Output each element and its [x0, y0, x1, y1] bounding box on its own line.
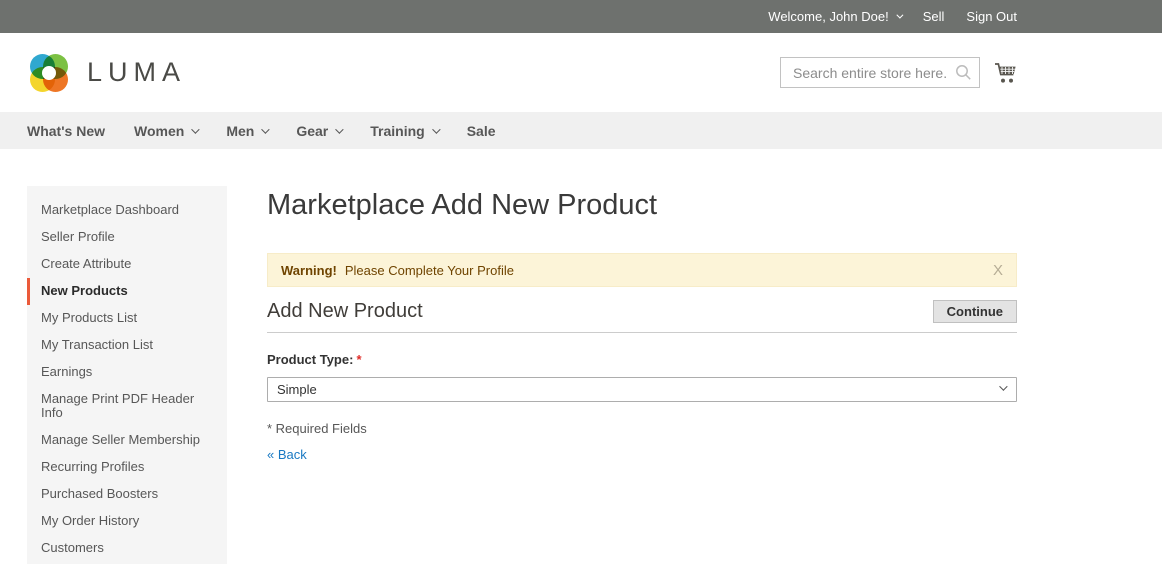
- welcome-label: Welcome, John Doe!: [768, 9, 889, 24]
- required-asterisk: *: [356, 352, 362, 367]
- main-nav: What's New Women Men Gear Training Sale: [0, 112, 1162, 149]
- required-fields-note: * Required Fields: [267, 421, 367, 436]
- sidebar-item-recurring-profiles[interactable]: Recurring Profiles: [27, 454, 227, 481]
- luma-logo-icon: [30, 53, 68, 92]
- chevron-down-icon: [261, 124, 270, 134]
- chevron-down-icon: [431, 124, 441, 134]
- sidebar-item-marketplace-dashboard[interactable]: Marketplace Dashboard: [27, 197, 227, 224]
- sidebar-item-new-products[interactable]: New Products: [27, 278, 227, 305]
- nav-item-sale[interactable]: Sale: [467, 123, 496, 139]
- account-sidebar: Marketplace Dashboard Seller Profile Cre…: [27, 186, 227, 564]
- logo-text: LUMA: [87, 57, 187, 87]
- sidebar-item-seller-profile[interactable]: Seller Profile: [27, 224, 227, 251]
- continue-button[interactable]: Continue: [932, 300, 1017, 323]
- sidebar-item-customers[interactable]: Customers: [27, 535, 227, 562]
- cart-icon[interactable]: [994, 62, 1017, 84]
- nav-item-women[interactable]: Women: [134, 123, 200, 139]
- product-type-label: Product Type: *: [267, 352, 362, 367]
- sign-out-link[interactable]: Sign Out: [966, 9, 1017, 24]
- warning-label: Warning!: [281, 262, 337, 278]
- chevron-down-icon: [335, 124, 344, 134]
- section-header: Add New Product Continue: [267, 300, 1017, 333]
- sidebar-item-create-attribute[interactable]: Create Attribute: [27, 251, 227, 278]
- search-input[interactable]: [780, 57, 980, 88]
- product-type-field: Product Type: * Simple: [267, 351, 1017, 402]
- sidebar-item-manage-seller-membership[interactable]: Manage Seller Membership: [27, 427, 227, 454]
- sidebar-item-my-transaction-list[interactable]: My Transaction List: [27, 332, 227, 359]
- welcome-menu[interactable]: Welcome, John Doe!: [768, 9, 904, 24]
- store-logo[interactable]: LUMA: [27, 51, 186, 95]
- close-icon[interactable]: X: [993, 262, 1003, 279]
- section-title: Add New Product: [267, 300, 423, 322]
- warning-banner: Warning! Please Complete Your Profile X: [267, 253, 1017, 287]
- nav-item-what-s-new[interactable]: What's New: [27, 123, 105, 139]
- sidebar-item-manage-print-pdf-header-info[interactable]: Manage Print PDF Header Info: [27, 386, 227, 427]
- nav-item-training[interactable]: Training: [370, 123, 441, 139]
- page-content: Marketplace Dashboard Seller Profile Cre…: [0, 149, 1162, 564]
- sidebar-item-my-order-history[interactable]: My Order History: [27, 508, 227, 535]
- nav-item-gear[interactable]: Gear: [296, 123, 344, 139]
- sidebar-item-earnings[interactable]: Earnings: [27, 359, 227, 386]
- product-type-select[interactable]: Simple: [267, 377, 1017, 402]
- sidebar-item-purchased-boosters[interactable]: Purchased Boosters: [27, 481, 227, 508]
- search-box: [780, 57, 980, 88]
- nav-item-men[interactable]: Men: [226, 123, 270, 139]
- header: LUMA: [0, 33, 1162, 112]
- chevron-down-icon: [191, 124, 200, 134]
- sell-link[interactable]: Sell: [923, 9, 945, 24]
- back-link[interactable]: « Back: [267, 447, 307, 462]
- sidebar-item-my-products-list[interactable]: My Products List: [27, 305, 227, 332]
- warning-message: Please Complete Your Profile: [344, 262, 514, 278]
- chevron-down-icon: [896, 11, 904, 19]
- main-panel: Marketplace Add New Product Warning! Ple…: [267, 149, 1017, 464]
- page-title: Marketplace Add New Product: [267, 189, 658, 221]
- search-icon[interactable]: [955, 64, 972, 81]
- top-bar: Welcome, John Doe! Sell Sign Out: [0, 0, 1162, 33]
